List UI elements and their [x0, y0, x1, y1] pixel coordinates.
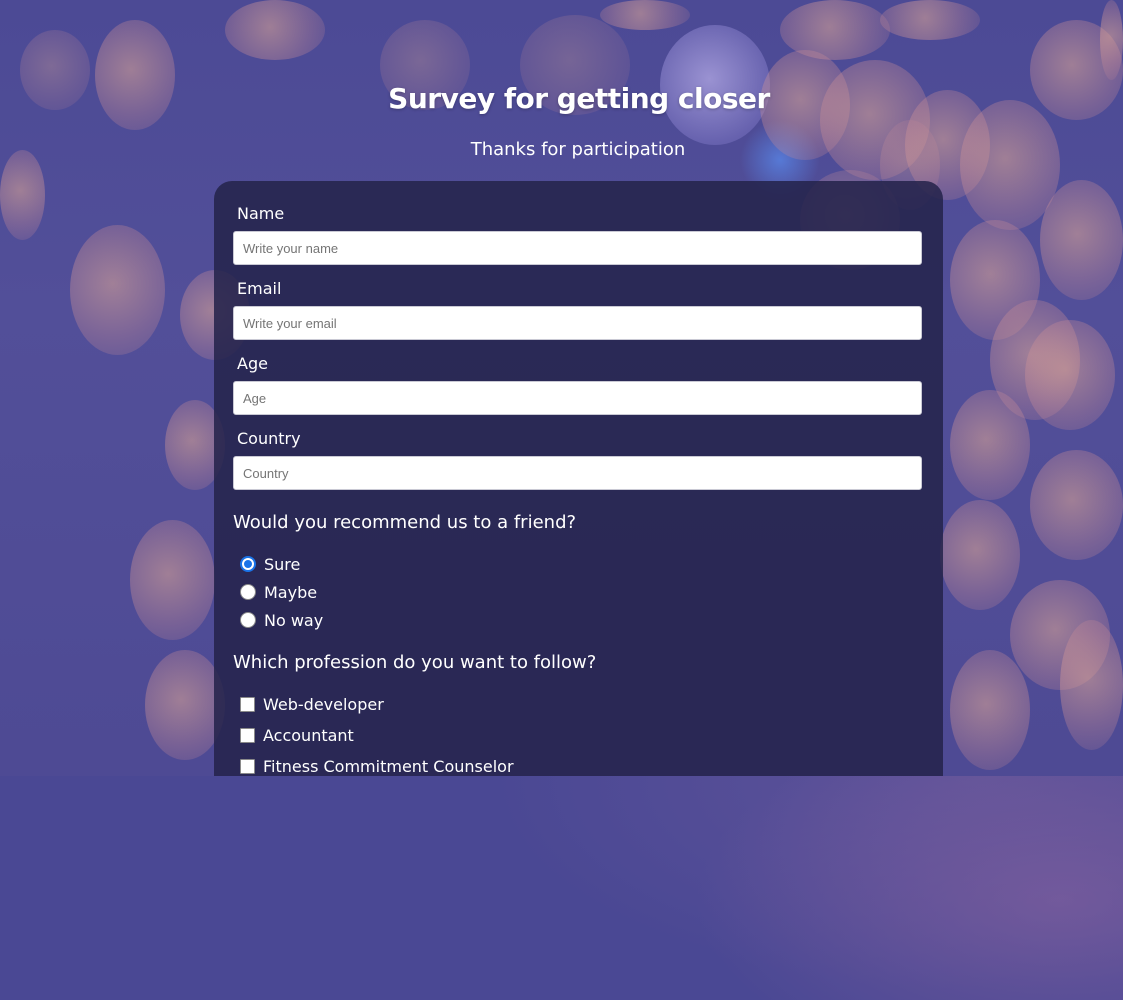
email-input[interactable] — [233, 306, 922, 340]
age-label: Age — [237, 354, 268, 373]
profession-option-accountant[interactable]: Accountant — [240, 725, 354, 745]
page-title: Survey for getting closer — [388, 82, 770, 115]
recommend-option-maybe[interactable]: Maybe — [240, 582, 317, 602]
checkbox-fitness-counselor[interactable] — [240, 758, 255, 774]
checkbox-label-web-developer: Web-developer — [263, 694, 384, 714]
profession-option-web-developer[interactable]: Web-developer — [240, 694, 384, 714]
country-label: Country — [237, 429, 301, 448]
checkbox-label-fitness-counselor: Fitness Commitment Counselor — [263, 756, 514, 776]
country-input[interactable] — [233, 456, 922, 490]
recommend-question: Would you recommend us to a friend? — [233, 512, 577, 533]
radio-no-way[interactable] — [240, 612, 256, 628]
radio-sure[interactable] — [240, 556, 256, 572]
radio-label-no-way: No way — [264, 610, 324, 630]
recommend-option-no-way[interactable]: No way — [240, 610, 323, 630]
profession-option-fitness-counselor[interactable]: Fitness Commitment Counselor — [240, 756, 514, 776]
checkbox-label-accountant: Accountant — [263, 725, 354, 745]
name-input[interactable] — [233, 231, 922, 265]
bokeh-viewport: Survey for getting closer Thanks for par… — [0, 0, 1123, 776]
recommend-option-sure[interactable]: Sure — [240, 554, 300, 574]
radio-label-sure: Sure — [264, 554, 301, 574]
email-label: Email — [237, 279, 282, 298]
name-label: Name — [237, 204, 285, 223]
profession-question: Which profession do you want to follow? — [233, 652, 597, 673]
checkbox-accountant[interactable] — [240, 727, 255, 743]
radio-label-maybe: Maybe — [264, 582, 318, 602]
checkbox-web-developer[interactable] — [240, 696, 255, 712]
page-subtitle: Thanks for participation — [470, 139, 686, 160]
age-input[interactable] — [233, 381, 922, 415]
radio-maybe[interactable] — [240, 584, 256, 600]
survey-form: Name Email Age Country Would you recomme… — [214, 181, 943, 776]
